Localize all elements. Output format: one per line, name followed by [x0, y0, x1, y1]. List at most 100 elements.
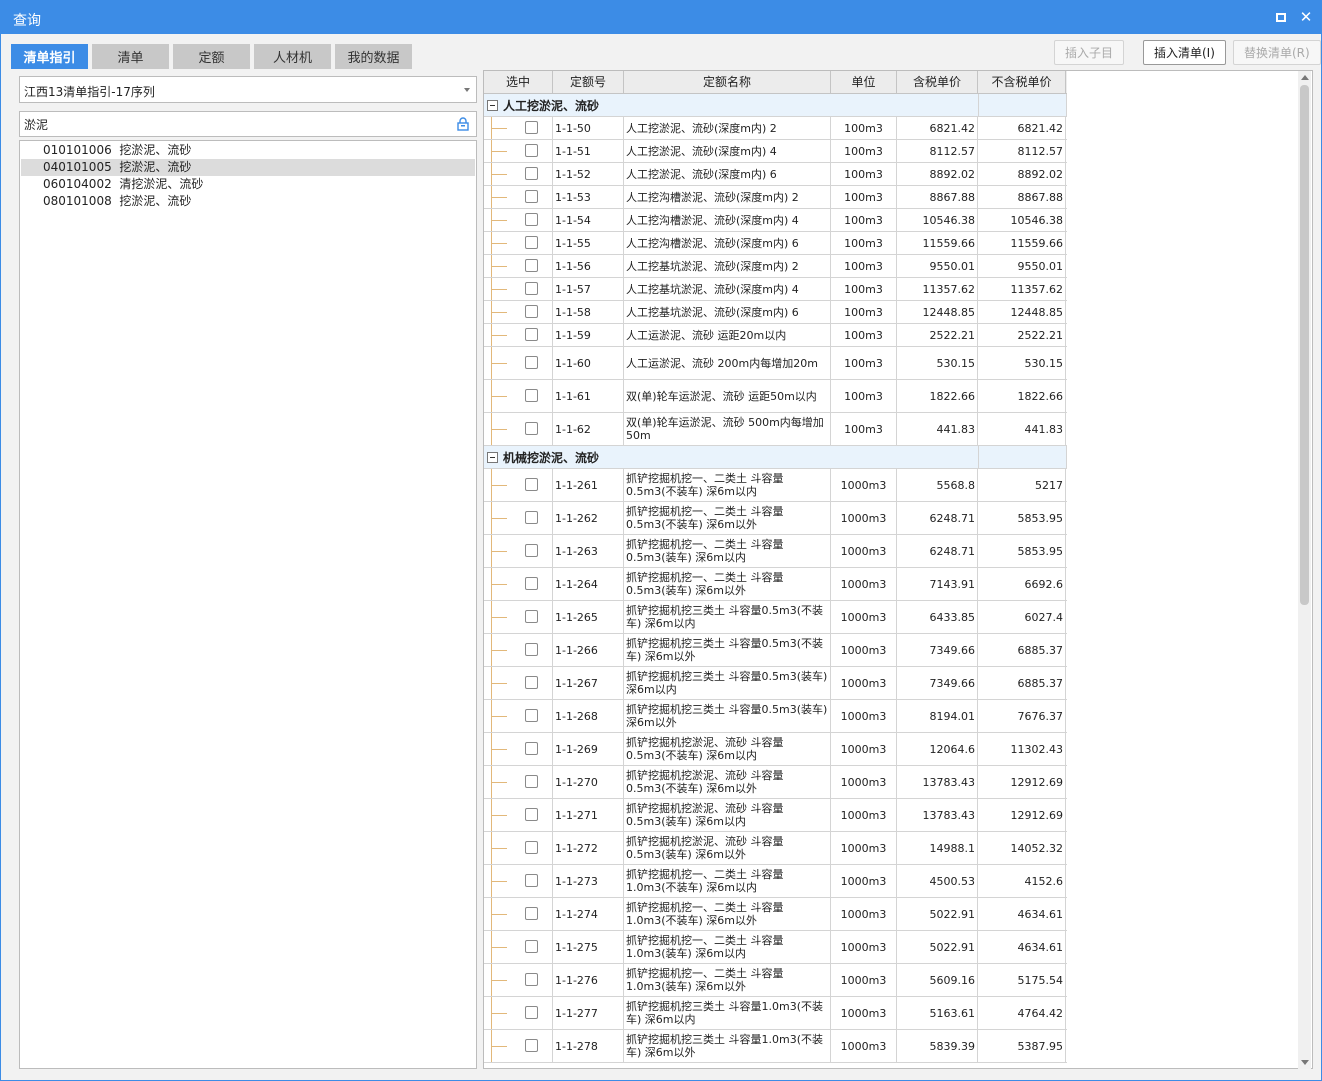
table-row[interactable]: 1-1-262 抓铲挖掘机挖一、二类土 斗容量0.5m3(不装车) 深6m以外 10… [484, 502, 1067, 535]
col-header-code[interactable]: 定额号 [553, 71, 624, 93]
row-checkbox[interactable] [525, 478, 538, 491]
price-notax-cell: 1822.66 [978, 380, 1066, 412]
table-row[interactable]: 1-1-61 双(单)轮车运淤泥、流砂 运距50m以内 100m3 1822.66 18… [484, 380, 1067, 413]
table-row[interactable]: 1-1-50 人工挖淤泥、流砂(深度m内) 2 100m3 6821.42 6821.4… [484, 117, 1067, 140]
tab-quota[interactable]: 定额 [173, 44, 250, 69]
collapse-icon[interactable] [487, 451, 498, 463]
row-checkbox[interactable] [525, 190, 538, 203]
row-checkbox[interactable] [525, 422, 538, 435]
row-checkbox[interactable] [525, 259, 538, 272]
row-checkbox[interactable] [525, 305, 538, 318]
tab-materials[interactable]: 人材机 [254, 44, 331, 69]
scroll-down-icon[interactable] [1301, 1060, 1309, 1065]
row-checkbox[interactable] [525, 874, 538, 887]
col-header-name[interactable]: 定额名称 [624, 71, 831, 93]
group-row: 人工挖淤泥、流砂 [484, 94, 1067, 117]
row-checkbox[interactable] [525, 940, 538, 953]
unit-cell: 100m3 [831, 255, 897, 277]
table-row[interactable]: 1-1-276 抓铲挖掘机挖一、二类土 斗容量1.0m3(装车) 深6m以外 100… [484, 964, 1067, 997]
replace-list-button[interactable]: 替换清单(R) [1233, 40, 1321, 65]
table-row[interactable]: 1-1-261 抓铲挖掘机挖一、二类土 斗容量0.5m3(不装车) 深6m以内 10… [484, 469, 1067, 502]
library-select[interactable]: 江西13清单指引-17序列 [19, 76, 477, 103]
row-checkbox[interactable] [525, 742, 538, 755]
col-header-price-notax[interactable]: 不含税单价 [978, 71, 1066, 93]
unit-cell: 1000m3 [831, 832, 897, 864]
table-row[interactable]: 1-1-53 人工挖沟槽淤泥、流砂(深度m内) 2 100m3 8867.88 8867… [484, 186, 1067, 209]
table-row[interactable]: 1-1-274 抓铲挖掘机挖一、二类土 斗容量1.0m3(不装车) 深6m以外 10… [484, 898, 1067, 931]
row-checkbox[interactable] [525, 121, 538, 134]
row-checkbox[interactable] [525, 676, 538, 689]
table-row[interactable]: 1-1-266 抓铲挖掘机挖三类土 斗容量0.5m3(不装车) 深6m以外 1000… [484, 634, 1067, 667]
table-row[interactable]: 1-1-57 人工挖基坑淤泥、流砂(深度m内) 4 100m3 11357.62 113… [484, 278, 1067, 301]
row-checkbox[interactable] [525, 973, 538, 986]
table-row[interactable]: 1-1-58 人工挖基坑淤泥、流砂(深度m内) 6 100m3 12448.85 124… [484, 301, 1067, 324]
table-row[interactable]: 1-1-62 双(单)轮车运淤泥、流砂 500m内每增加50m 100m3 441.8… [484, 413, 1067, 446]
row-checkbox[interactable] [525, 1006, 538, 1019]
table-row[interactable]: 1-1-269 抓铲挖掘机挖淤泥、流砂 斗容量0.5m3(不装车) 深6m以内 10… [484, 733, 1067, 766]
result-item[interactable]: 080101008 挖淤泥、流砂 [21, 193, 475, 210]
table-row[interactable]: 1-1-55 人工挖沟槽淤泥、流砂(深度m内) 6 100m3 11559.66 115… [484, 232, 1067, 255]
col-header-price-tax[interactable]: 含税单价 [897, 71, 978, 93]
collapse-icon[interactable] [487, 99, 498, 111]
table-row[interactable]: 1-1-51 人工挖淤泥、流砂(深度m内) 4 100m3 8112.57 8112.5… [484, 140, 1067, 163]
row-checkbox[interactable] [525, 841, 538, 854]
table-row[interactable]: 1-1-59 人工运淤泥、流砂 运距20m以内 100m3 2522.21 2522.2… [484, 324, 1067, 347]
search-field[interactable] [19, 111, 477, 137]
row-checkbox[interactable] [525, 907, 538, 920]
table-row[interactable]: 1-1-273 抓铲挖掘机挖一、二类土 斗容量1.0m3(不装车) 深6m以内 10… [484, 865, 1067, 898]
insert-list-button[interactable]: 插入清单(I) [1143, 40, 1226, 65]
row-checkbox[interactable] [525, 643, 538, 656]
result-item[interactable]: 060104002 清挖淤泥、流砂 [21, 176, 475, 193]
table-row[interactable]: 1-1-267 抓铲挖掘机挖三类土 斗容量0.5m3(装车) 深6m以内 1000m… [484, 667, 1067, 700]
row-checkbox[interactable] [525, 282, 538, 295]
row-checkbox[interactable] [525, 144, 538, 157]
row-checkbox[interactable] [525, 775, 538, 788]
vertical-scrollbar[interactable] [1298, 71, 1311, 1069]
row-checkbox[interactable] [525, 709, 538, 722]
row-checkbox[interactable] [525, 610, 538, 623]
tab-list[interactable]: 清单 [92, 44, 169, 69]
row-checkbox[interactable] [525, 577, 538, 590]
search-icon[interactable] [456, 117, 470, 131]
quota-name-cell: 抓铲挖掘机挖三类土 斗容量0.5m3(装车) 深6m以内 [624, 667, 831, 699]
col-header-select[interactable]: 选中 [484, 71, 553, 93]
table-row[interactable]: 1-1-264 抓铲挖掘机挖一、二类土 斗容量0.5m3(装车) 深6m以外 100… [484, 568, 1067, 601]
table-row[interactable]: 1-1-275 抓铲挖掘机挖一、二类土 斗容量1.0m3(装车) 深6m以内 100… [484, 931, 1067, 964]
table-row[interactable]: 1-1-278 抓铲挖掘机挖三类土 斗容量1.0m3(不装车) 深6m以外 1000… [484, 1030, 1067, 1063]
tab-list-guide[interactable]: 清单指引 [11, 44, 88, 69]
grid-body: 人工挖淤泥、流砂 1-1-50 人工挖淤泥、流砂(深度m内) 2 100m3 6821.… [484, 94, 1067, 1063]
row-checkbox[interactable] [525, 213, 538, 226]
search-input[interactable] [20, 112, 440, 136]
close-button[interactable]: ✕ [1296, 7, 1316, 27]
result-item[interactable]: 010101006 挖淤泥、流砂 [21, 142, 475, 159]
insert-sub-item-button[interactable]: 插入子目 [1054, 40, 1125, 65]
row-checkbox[interactable] [525, 511, 538, 524]
table-row[interactable]: 1-1-56 人工挖基坑淤泥、流砂(深度m内) 2 100m3 9550.01 9550… [484, 255, 1067, 278]
table-row[interactable]: 1-1-277 抓铲挖掘机挖三类土 斗容量1.0m3(不装车) 深6m以内 1000… [484, 997, 1067, 1030]
table-row[interactable]: 1-1-272 抓铲挖掘机挖淤泥、流砂 斗容量0.5m3(装车) 深6m以外 100… [484, 832, 1067, 865]
result-item[interactable]: 040101005 挖淤泥、流砂 [21, 159, 475, 176]
price-tax-cell: 6821.42 [897, 117, 978, 139]
row-checkbox[interactable] [525, 356, 538, 369]
maximize-button[interactable] [1271, 7, 1291, 27]
tab-my-data[interactable]: 我的数据 [335, 44, 412, 69]
row-checkbox[interactable] [525, 236, 538, 249]
row-checkbox[interactable] [525, 808, 538, 821]
row-checkbox[interactable] [525, 167, 538, 180]
table-row[interactable]: 1-1-270 抓铲挖掘机挖淤泥、流砂 斗容量0.5m3(不装车) 深6m以外 10… [484, 766, 1067, 799]
table-row[interactable]: 1-1-268 抓铲挖掘机挖三类土 斗容量0.5m3(装车) 深6m以外 1000m… [484, 700, 1067, 733]
table-row[interactable]: 1-1-52 人工挖淤泥、流砂(深度m内) 6 100m3 8892.02 8892.0… [484, 163, 1067, 186]
table-row[interactable]: 1-1-60 人工运淤泥、流砂 200m内每增加20m 100m3 530.15 530… [484, 347, 1067, 380]
table-row[interactable]: 1-1-271 抓铲挖掘机挖淤泥、流砂 斗容量0.5m3(装车) 深6m以内 100… [484, 799, 1067, 832]
quota-code-cell: 1-1-56 [553, 255, 624, 277]
row-checkbox[interactable] [525, 544, 538, 557]
row-checkbox[interactable] [525, 1039, 538, 1052]
row-checkbox[interactable] [525, 389, 538, 402]
row-checkbox[interactable] [525, 328, 538, 341]
table-row[interactable]: 1-1-54 人工挖沟槽淤泥、流砂(深度m内) 4 100m3 10546.38 105… [484, 209, 1067, 232]
table-row[interactable]: 1-1-263 抓铲挖掘机挖一、二类土 斗容量0.5m3(装车) 深6m以内 100… [484, 535, 1067, 568]
col-header-unit[interactable]: 单位 [831, 71, 897, 93]
scroll-up-icon[interactable] [1301, 75, 1309, 80]
scroll-thumb[interactable] [1300, 85, 1309, 605]
table-row[interactable]: 1-1-265 抓铲挖掘机挖三类土 斗容量0.5m3(不装车) 深6m以内 1000… [484, 601, 1067, 634]
